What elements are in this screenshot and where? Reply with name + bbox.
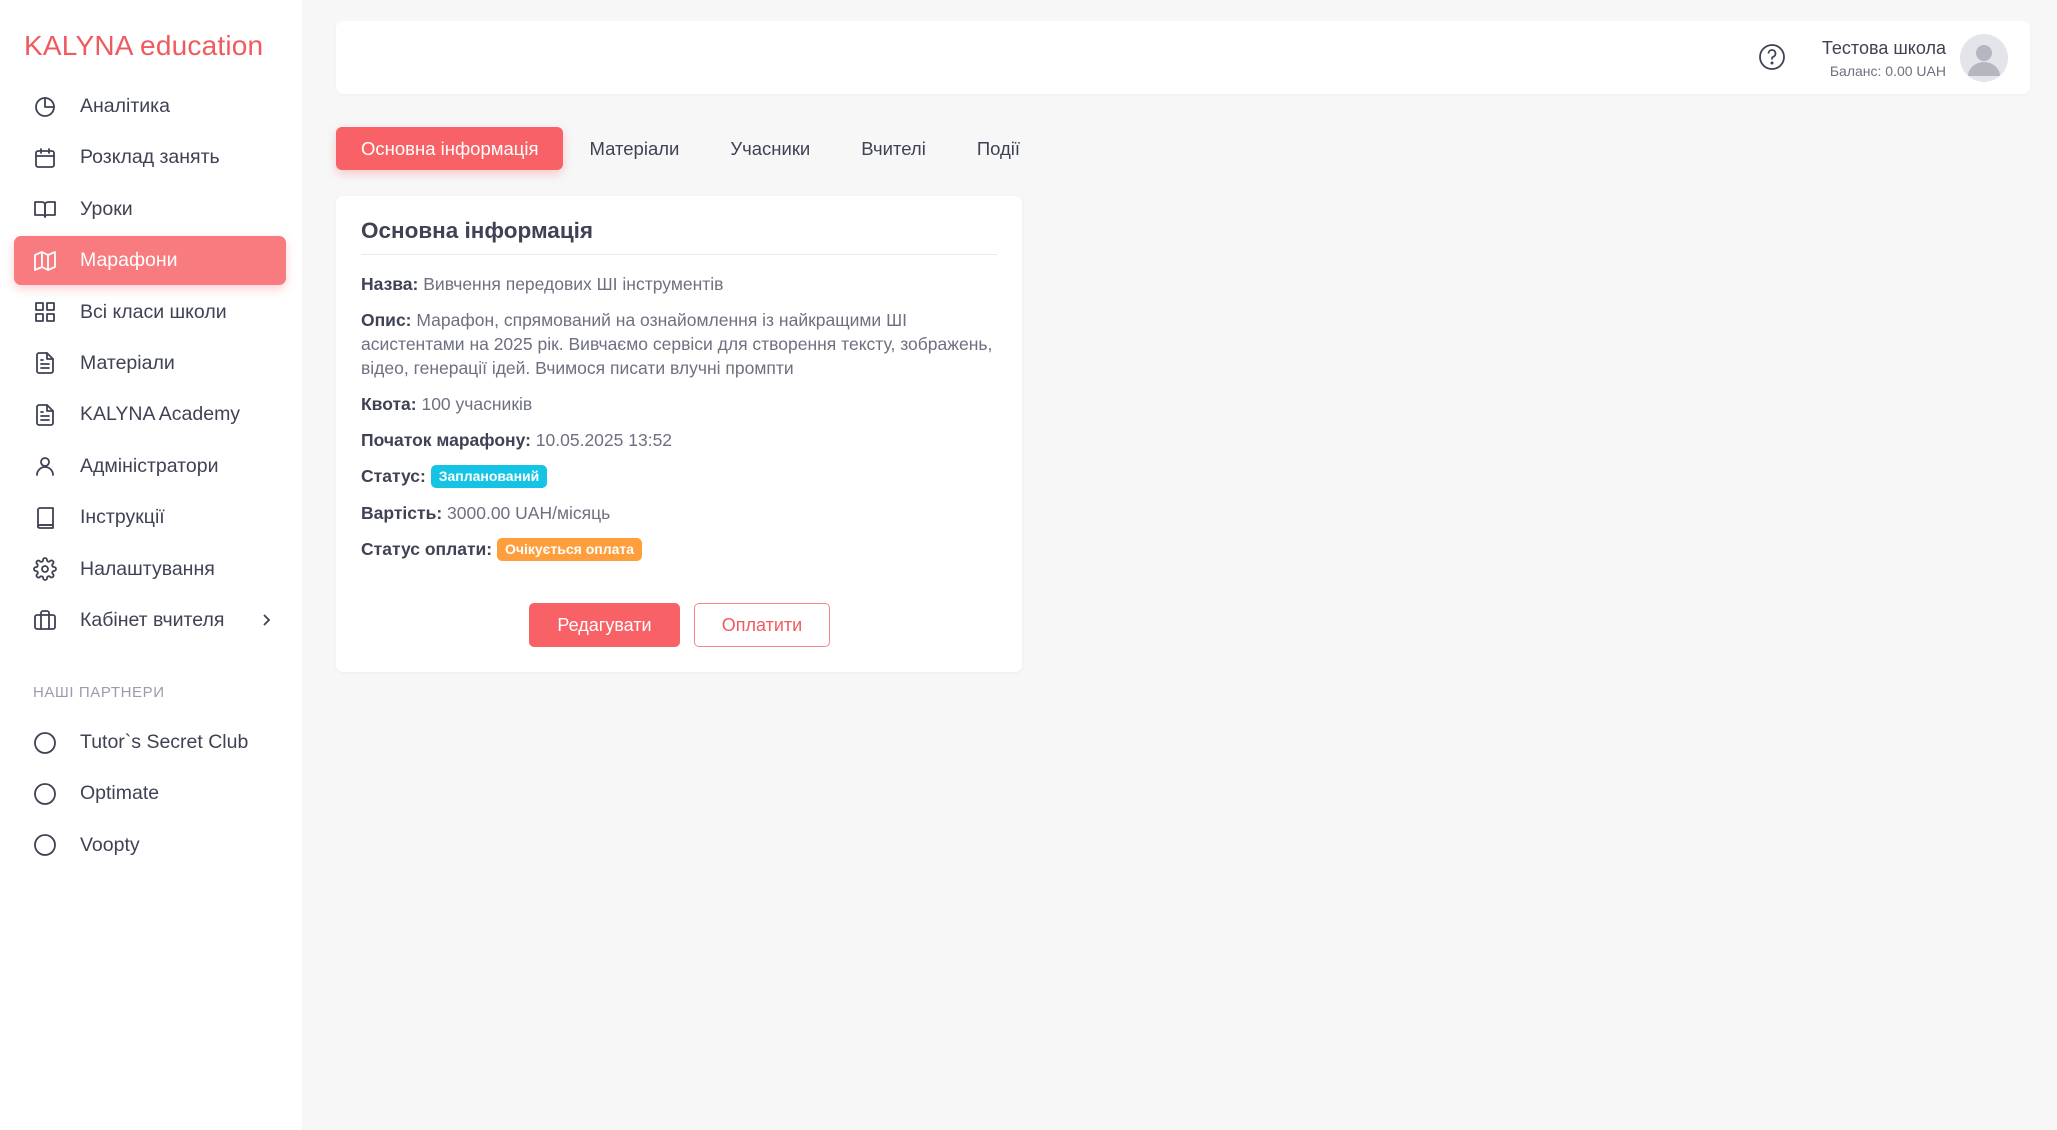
user-icon xyxy=(32,453,58,479)
partners-section-title: НАШІ ПАРТНЕРИ xyxy=(33,684,165,701)
sidebar: KALYNA education Аналітика Розклад занят… xyxy=(0,0,302,1130)
book-open-icon xyxy=(32,196,58,222)
field-name: Назва: Вивчення передових ШІ інструменті… xyxy=(361,272,1001,296)
field-description: Опис: Марафон, спрямований на ознайомлен… xyxy=(361,308,1001,380)
sidebar-item-label: Кабінет вчителя xyxy=(80,608,225,631)
circle-icon xyxy=(32,781,58,807)
sidebar-item-label: Уроки xyxy=(80,197,133,220)
sidebar-item-marathons[interactable]: Марафони xyxy=(14,236,286,286)
brand-logo[interactable]: KALYNA education xyxy=(24,30,263,62)
field-value: 3000.00 UAH/місяць xyxy=(447,503,611,523)
chevron-right-icon[interactable] xyxy=(256,610,276,630)
field-price: Вартість: 3000.00 UAH/місяць xyxy=(361,501,1001,525)
sidebar-item-label: Адміністратори xyxy=(80,454,219,477)
gear-icon xyxy=(32,556,58,582)
partner-item-tutors-secret-club[interactable]: Tutor`s Secret Club xyxy=(14,718,286,767)
partner-item-label: Optimate xyxy=(80,782,160,805)
sidebar-item-label: Аналітика xyxy=(80,95,170,117)
sidebar-item-teacher-cabinet[interactable]: Кабінет вчителя xyxy=(14,596,286,645)
sidebar-item-label: Інструкції xyxy=(80,506,165,529)
user-balance: Баланс: 0.00 UAH xyxy=(1829,63,1946,79)
document-icon xyxy=(32,350,58,376)
tab-events[interactable]: Події xyxy=(952,127,1045,170)
tab-materials[interactable]: Матеріали xyxy=(564,127,704,170)
field-label: Назва: xyxy=(361,274,419,294)
sidebar-item-settings[interactable]: Налаштування xyxy=(14,545,286,594)
grid-icon xyxy=(32,299,58,325)
map-icon xyxy=(32,248,58,274)
user-name: Тестова школа xyxy=(1821,38,1946,58)
sidebar-item-label: Матеріали xyxy=(80,351,175,374)
avatar[interactable] xyxy=(1960,34,2008,82)
sidebar-item-label: Розклад занять xyxy=(80,146,220,169)
book-icon xyxy=(32,505,58,531)
sidebar-item-academy[interactable]: KALYNA Academy xyxy=(14,390,286,439)
document-icon xyxy=(32,402,58,428)
circle-icon xyxy=(32,730,58,756)
sidebar-item-lessons[interactable]: Уроки xyxy=(14,185,286,234)
sidebar-nav: Аналітика Розклад занять Уроки Марафони … xyxy=(14,82,286,647)
pay-button[interactable]: Оплатити xyxy=(694,603,830,647)
user-info[interactable]: Тестова школа Баланс: 0.00 UAH xyxy=(1822,37,1946,79)
sidebar-item-schedule[interactable]: Розклад занять xyxy=(14,133,286,182)
field-payment-status: Статус оплати: Очікується оплата xyxy=(361,537,1001,561)
field-label: Статус: xyxy=(361,466,426,486)
partner-item-voopty[interactable]: Voopty xyxy=(14,821,286,870)
sidebar-item-all-classes[interactable]: Всі класи школи xyxy=(14,288,286,337)
main-info-card: Основна інформація Назва: Вивчення перед… xyxy=(336,196,1022,672)
field-value: 10.05.2025 13:52 xyxy=(535,430,673,450)
card-title: Основна інформація xyxy=(361,218,997,255)
field-label: Квота: xyxy=(361,394,417,414)
field-quota: Квота: 100 учасників xyxy=(361,392,1001,416)
sidebar-item-label: KALYNA Academy xyxy=(80,403,241,426)
tab-participants[interactable]: Учасники xyxy=(705,127,835,170)
top-header: Тестова школа Баланс: 0.00 UAH xyxy=(336,21,2030,94)
status-badge: Запланований xyxy=(430,465,548,488)
field-label: Початок марафону: xyxy=(361,430,531,450)
tabs: Основна інформація Матеріали Учасники Вч… xyxy=(336,127,1046,170)
field-value: Вивчення передових ШІ інструментів xyxy=(423,274,724,294)
tab-teachers[interactable]: Вчителі xyxy=(836,127,951,170)
tab-main-info[interactable]: Основна інформація xyxy=(336,127,564,170)
sidebar-item-label: Марафони xyxy=(80,249,178,272)
field-value: Марафон, спрямований на ознайомлення із … xyxy=(361,310,993,378)
help-icon[interactable] xyxy=(1757,42,1787,72)
sidebar-item-label: Всі класи школи xyxy=(80,300,227,323)
sidebar-item-label: Налаштування xyxy=(80,557,215,580)
field-label: Вартість: xyxy=(361,503,443,523)
sidebar-item-materials[interactable]: Матеріали xyxy=(14,339,286,388)
field-status: Статус: Запланований xyxy=(361,464,1001,488)
edit-button[interactable]: Редагувати xyxy=(529,603,680,647)
partner-item-label: Tutor`s Secret Club xyxy=(80,731,249,753)
payment-status-badge: Очікується оплата xyxy=(496,538,643,561)
sidebar-item-instructions[interactable]: Інструкції xyxy=(14,493,286,542)
sidebar-item-administrators[interactable]: Адміністратори xyxy=(14,442,286,491)
sidebar-item-analytics[interactable]: Аналітика xyxy=(14,82,286,131)
field-label: Статус оплати: xyxy=(361,539,493,559)
field-start-date: Початок марафону: 10.05.2025 13:52 xyxy=(361,428,1001,452)
calendar-icon xyxy=(32,145,58,171)
field-label: Опис: xyxy=(361,310,412,330)
partners-list: Tutor`s Secret Club Optimate Voopty xyxy=(14,718,286,872)
partner-item-label: Voopty xyxy=(80,833,140,856)
partner-item-optimate[interactable]: Optimate xyxy=(14,769,286,818)
circle-icon xyxy=(32,832,58,858)
pie-chart-icon xyxy=(32,94,58,120)
briefcase-icon xyxy=(32,607,58,633)
field-value: 100 учасників xyxy=(421,394,533,414)
